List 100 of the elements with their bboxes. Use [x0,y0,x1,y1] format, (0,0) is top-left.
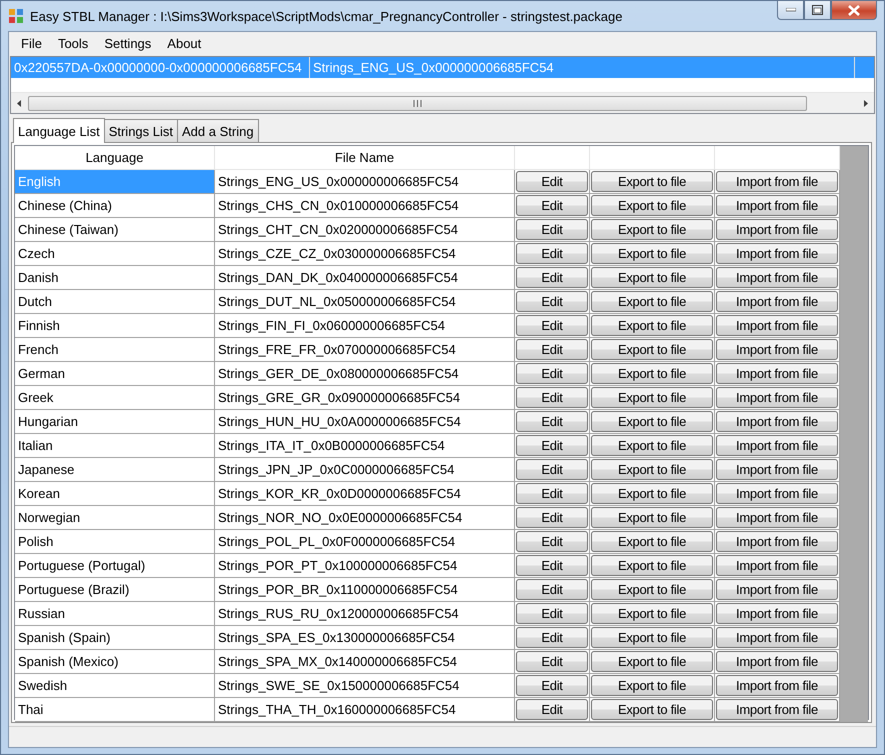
column-header[interactable]: File Name [215,146,515,170]
export-button[interactable]: Export to file [591,291,713,312]
export-button[interactable]: Export to file [591,459,713,480]
export-button[interactable]: Export to file [591,339,713,360]
edit-button[interactable]: Edit [516,171,588,192]
language-cell[interactable]: German [15,362,215,386]
import-button[interactable]: Import from file [716,363,838,384]
import-button[interactable]: Import from file [716,339,838,360]
edit-button[interactable]: Edit [516,603,588,624]
edit-button[interactable]: Edit [516,219,588,240]
language-cell[interactable]: Chinese (Taiwan) [15,218,215,242]
export-button[interactable]: Export to file [591,531,713,552]
language-cell[interactable]: Thai [15,698,215,722]
import-button[interactable]: Import from file [716,555,838,576]
export-button[interactable]: Export to file [591,579,713,600]
menu-item[interactable]: Settings [96,34,160,52]
minimize-button[interactable] [777,0,804,20]
column-header[interactable]: Language [15,146,215,170]
export-button[interactable]: Export to file [591,387,713,408]
language-cell[interactable]: Spanish (Spain) [15,626,215,650]
edit-button[interactable]: Edit [516,363,588,384]
language-cell[interactable]: Dutch [15,290,215,314]
export-button[interactable]: Export to file [591,267,713,288]
menu-item[interactable]: About [159,34,210,52]
edit-button[interactable]: Edit [516,411,588,432]
tab[interactable]: Strings List [104,119,178,142]
maximize-button[interactable] [804,0,831,20]
language-cell[interactable]: Italian [15,434,215,458]
edit-button[interactable]: Edit [516,267,588,288]
import-button[interactable]: Import from file [716,435,838,456]
export-button[interactable]: Export to file [591,555,713,576]
export-button[interactable]: Export to file [591,243,713,264]
export-button[interactable]: Export to file [591,627,713,648]
export-button[interactable]: Export to file [591,363,713,384]
import-button[interactable]: Import from file [716,219,838,240]
language-cell[interactable]: Chinese (China) [15,194,215,218]
export-button[interactable]: Export to file [591,675,713,696]
export-button[interactable]: Export to file [591,603,713,624]
import-button[interactable]: Import from file [716,699,838,720]
export-button[interactable]: Export to file [591,699,713,720]
import-button[interactable]: Import from file [716,267,838,288]
edit-button[interactable]: Edit [516,627,588,648]
edit-button[interactable]: Edit [516,675,588,696]
language-cell[interactable]: Russian [15,602,215,626]
language-cell[interactable]: Norwegian [15,506,215,530]
edit-button[interactable]: Edit [516,339,588,360]
import-button[interactable]: Import from file [716,627,838,648]
language-cell[interactable]: Korean [15,482,215,506]
import-button[interactable]: Import from file [716,291,838,312]
export-button[interactable]: Export to file [591,195,713,216]
import-button[interactable]: Import from file [716,531,838,552]
language-cell[interactable]: Danish [15,266,215,290]
language-cell[interactable]: Portuguese (Brazil) [15,578,215,602]
scrollbar-thumb[interactable] [28,96,808,110]
edit-button[interactable]: Edit [516,435,588,456]
import-button[interactable]: Import from file [716,459,838,480]
close-button[interactable] [831,0,877,20]
language-cell[interactable]: Finnish [15,314,215,338]
edit-button[interactable]: Edit [516,579,588,600]
import-button[interactable]: Import from file [716,315,838,336]
edit-button[interactable]: Edit [516,387,588,408]
edit-button[interactable]: Edit [516,315,588,336]
language-cell[interactable]: Japanese [15,458,215,482]
import-button[interactable]: Import from file [716,507,838,528]
edit-button[interactable]: Edit [516,291,588,312]
language-cell[interactable]: Spanish (Mexico) [15,650,215,674]
import-button[interactable]: Import from file [716,243,838,264]
export-button[interactable]: Export to file [591,411,713,432]
edit-button[interactable]: Edit [516,459,588,480]
edit-button[interactable]: Edit [516,699,588,720]
language-cell[interactable]: Greek [15,386,215,410]
export-button[interactable]: Export to file [591,507,713,528]
language-cell[interactable]: Polish [15,530,215,554]
export-button[interactable]: Export to file [591,651,713,672]
edit-button[interactable]: Edit [516,555,588,576]
import-button[interactable]: Import from file [716,387,838,408]
language-cell[interactable]: Portuguese (Portugal) [15,554,215,578]
export-button[interactable]: Export to file [591,435,713,456]
menu-item[interactable]: File [13,34,50,52]
language-cell[interactable]: Swedish [15,674,215,698]
import-button[interactable]: Import from file [716,171,838,192]
import-button[interactable]: Import from file [716,195,838,216]
language-cell[interactable]: Czech [15,242,215,266]
language-cell[interactable]: French [15,338,215,362]
edit-button[interactable]: Edit [516,195,588,216]
language-cell[interactable]: Hungarian [15,410,215,434]
edit-button[interactable]: Edit [516,507,588,528]
import-button[interactable]: Import from file [716,579,838,600]
edit-button[interactable]: Edit [516,483,588,504]
tab[interactable]: Language List [13,118,105,143]
export-button[interactable]: Export to file [591,315,713,336]
edit-button[interactable]: Edit [516,531,588,552]
edit-button[interactable]: Edit [516,243,588,264]
import-button[interactable]: Import from file [716,483,838,504]
import-button[interactable]: Import from file [716,411,838,432]
import-button[interactable]: Import from file [716,675,838,696]
export-button[interactable]: Export to file [591,219,713,240]
export-button[interactable]: Export to file [591,171,713,192]
tab[interactable]: Add a String [177,119,259,142]
export-button[interactable]: Export to file [591,483,713,504]
